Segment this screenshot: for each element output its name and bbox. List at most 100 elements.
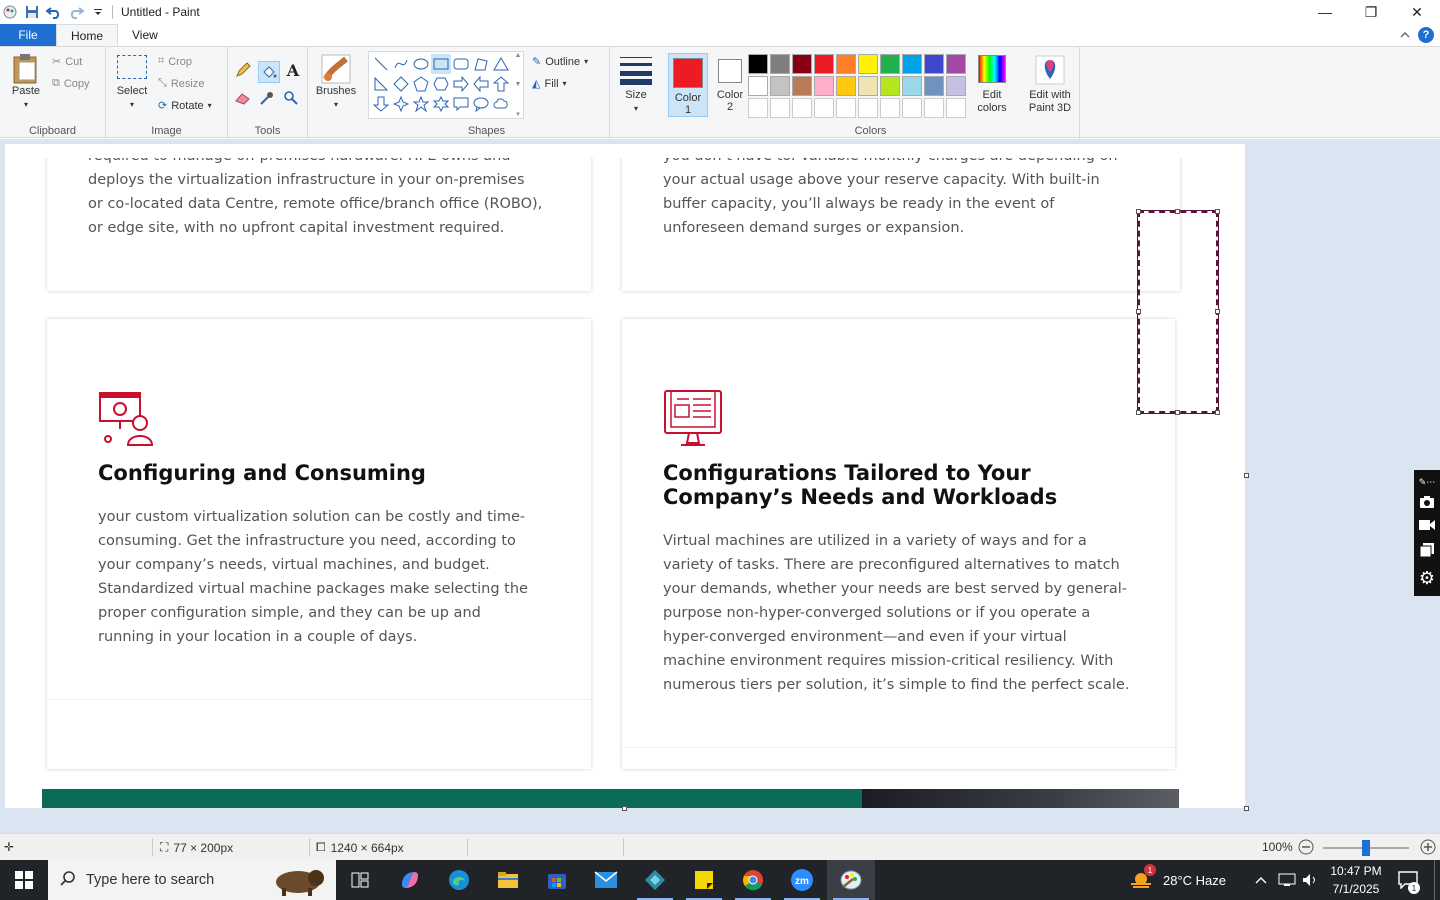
- brushes-button[interactable]: Brushes ▾: [314, 53, 358, 111]
- tab-file[interactable]: File: [0, 24, 56, 46]
- sticky-notes-icon[interactable]: [680, 860, 728, 900]
- palette-swatch[interactable]: [902, 76, 922, 96]
- palette-swatch[interactable]: [792, 98, 812, 118]
- palette-swatch[interactable]: [748, 76, 768, 96]
- palette-swatch[interactable]: [748, 98, 768, 118]
- color2-button[interactable]: Color 2: [710, 53, 750, 117]
- tab-view[interactable]: View: [118, 24, 172, 46]
- polygon-shape-icon[interactable]: [471, 54, 491, 74]
- palette-swatch[interactable]: [880, 76, 900, 96]
- palette-swatch[interactable]: [880, 54, 900, 74]
- zoom-in-icon[interactable]: [1420, 839, 1436, 855]
- palette-swatch[interactable]: [792, 54, 812, 74]
- palette-swatch[interactable]: [836, 98, 856, 118]
- palette-swatch[interactable]: [946, 54, 966, 74]
- zoom-slider-thumb[interactable]: [1362, 840, 1370, 856]
- palette-swatch[interactable]: [924, 98, 944, 118]
- canvas-resize-handle-corner[interactable]: [1244, 806, 1249, 811]
- file-explorer-icon[interactable]: [484, 860, 532, 900]
- fill-bucket-icon[interactable]: [258, 61, 280, 83]
- taskbar-search[interactable]: Type here to search: [48, 860, 336, 900]
- pentagon-shape-icon[interactable]: [411, 74, 431, 94]
- palette-swatch[interactable]: [770, 76, 790, 96]
- show-hidden-icons[interactable]: [1255, 860, 1267, 900]
- text-tool-icon[interactable]: A: [284, 61, 302, 80]
- help-icon[interactable]: ?: [1418, 27, 1434, 43]
- zoom-app-icon[interactable]: zm: [778, 860, 826, 900]
- palette-swatch[interactable]: [836, 76, 856, 96]
- palette-swatch[interactable]: [880, 98, 900, 118]
- notification-icon[interactable]: 1: [1398, 860, 1420, 900]
- palette-swatch[interactable]: [902, 98, 922, 118]
- minimize-button[interactable]: —: [1302, 0, 1348, 24]
- weather-text[interactable]: 28°C Haze: [1163, 860, 1226, 900]
- selection-rectangle[interactable]: [1136, 209, 1220, 415]
- app-diamond-icon[interactable]: [631, 860, 679, 900]
- edge-icon[interactable]: [435, 860, 483, 900]
- cloud-callout-shape-icon[interactable]: [491, 94, 511, 114]
- shapes-expand-icon[interactable]: ▾: [516, 110, 520, 118]
- mail-icon[interactable]: [582, 860, 630, 900]
- palette-swatch[interactable]: [924, 76, 944, 96]
- chrome-icon[interactable]: [729, 860, 777, 900]
- oval-callout-shape-icon[interactable]: [471, 94, 491, 114]
- palette-swatch[interactable]: [748, 54, 768, 74]
- eraser-icon[interactable]: [234, 89, 252, 107]
- palette-swatch[interactable]: [770, 98, 790, 118]
- rotate-button[interactable]: ⟳ Rotate ▾: [158, 99, 212, 113]
- palette-swatch[interactable]: [770, 54, 790, 74]
- weather-icon[interactable]: 1: [1124, 860, 1158, 900]
- task-view-icon[interactable]: [336, 860, 384, 900]
- palette-swatch[interactable]: [792, 76, 812, 96]
- video-icon[interactable]: [1418, 519, 1436, 534]
- palette-swatch[interactable]: [814, 54, 834, 74]
- outline-button[interactable]: ✎ Outline ▾: [532, 55, 588, 69]
- line-shape-icon[interactable]: [371, 54, 391, 74]
- curve-shape-icon[interactable]: [391, 54, 411, 74]
- volume-icon[interactable]: [1302, 860, 1320, 900]
- undo-icon[interactable]: [46, 4, 62, 20]
- shapes-scroll-up-icon[interactable]: ▲: [515, 52, 522, 59]
- restore-button[interactable]: ❐: [1348, 0, 1394, 24]
- color1-button[interactable]: Color 1: [668, 53, 708, 117]
- size-button[interactable]: Size ▾: [616, 55, 656, 115]
- pen-more-icon[interactable]: ✎⋯: [1419, 477, 1436, 488]
- palette-swatch[interactable]: [946, 98, 966, 118]
- rectangle-shape-icon[interactable]: [431, 54, 451, 74]
- paint-app-icon[interactable]: [2, 4, 18, 20]
- edit-with-paint3d-button[interactable]: Edit with Paint 3D: [1022, 55, 1078, 115]
- canvas-resize-handle-right[interactable]: [1244, 473, 1249, 478]
- redo-icon[interactable]: [68, 4, 84, 20]
- selection-handle[interactable]: [1136, 209, 1141, 214]
- palette-swatch[interactable]: [902, 54, 922, 74]
- palette-swatch[interactable]: [814, 98, 834, 118]
- gallery-icon[interactable]: [1419, 542, 1435, 561]
- palette-swatch[interactable]: [836, 54, 856, 74]
- canvas-resize-handle-bottom[interactable]: [622, 806, 627, 811]
- shapes-scroll[interactable]: ▲ ▼ ▾: [513, 52, 523, 118]
- close-button[interactable]: ✕: [1394, 0, 1440, 24]
- crop-button[interactable]: ⌗ Crop: [158, 55, 192, 68]
- selection-handle[interactable]: [1136, 309, 1141, 314]
- zoom-out-icon[interactable]: [1298, 839, 1314, 855]
- down-arrow-shape-icon[interactable]: [371, 94, 391, 114]
- shapes-scroll-down-icon[interactable]: ▼: [515, 81, 522, 88]
- palette-swatch[interactable]: [858, 76, 878, 96]
- color-picker-icon[interactable]: [258, 89, 276, 107]
- paint-taskbar-icon[interactable]: [827, 860, 875, 900]
- settings-gear-icon[interactable]: ⚙: [1419, 568, 1435, 589]
- palette-swatch[interactable]: [814, 76, 834, 96]
- clock[interactable]: 10:47 PM 7/1/2025: [1330, 860, 1382, 900]
- five-point-star-shape-icon[interactable]: [411, 94, 431, 114]
- selection-handle[interactable]: [1215, 209, 1220, 214]
- pencil-icon[interactable]: [234, 61, 252, 79]
- edit-colors-button[interactable]: Edit colors: [972, 55, 1012, 115]
- fill-button[interactable]: ◭ Fill ▾: [532, 77, 567, 91]
- selection-handle[interactable]: [1175, 209, 1180, 214]
- cut-button[interactable]: ✂ Cut: [52, 55, 82, 69]
- selection-handle[interactable]: [1175, 410, 1180, 415]
- hexagon-shape-icon[interactable]: [431, 74, 451, 94]
- network-icon[interactable]: [1278, 860, 1296, 900]
- up-arrow-shape-icon[interactable]: [491, 74, 511, 94]
- palette-swatch[interactable]: [924, 54, 944, 74]
